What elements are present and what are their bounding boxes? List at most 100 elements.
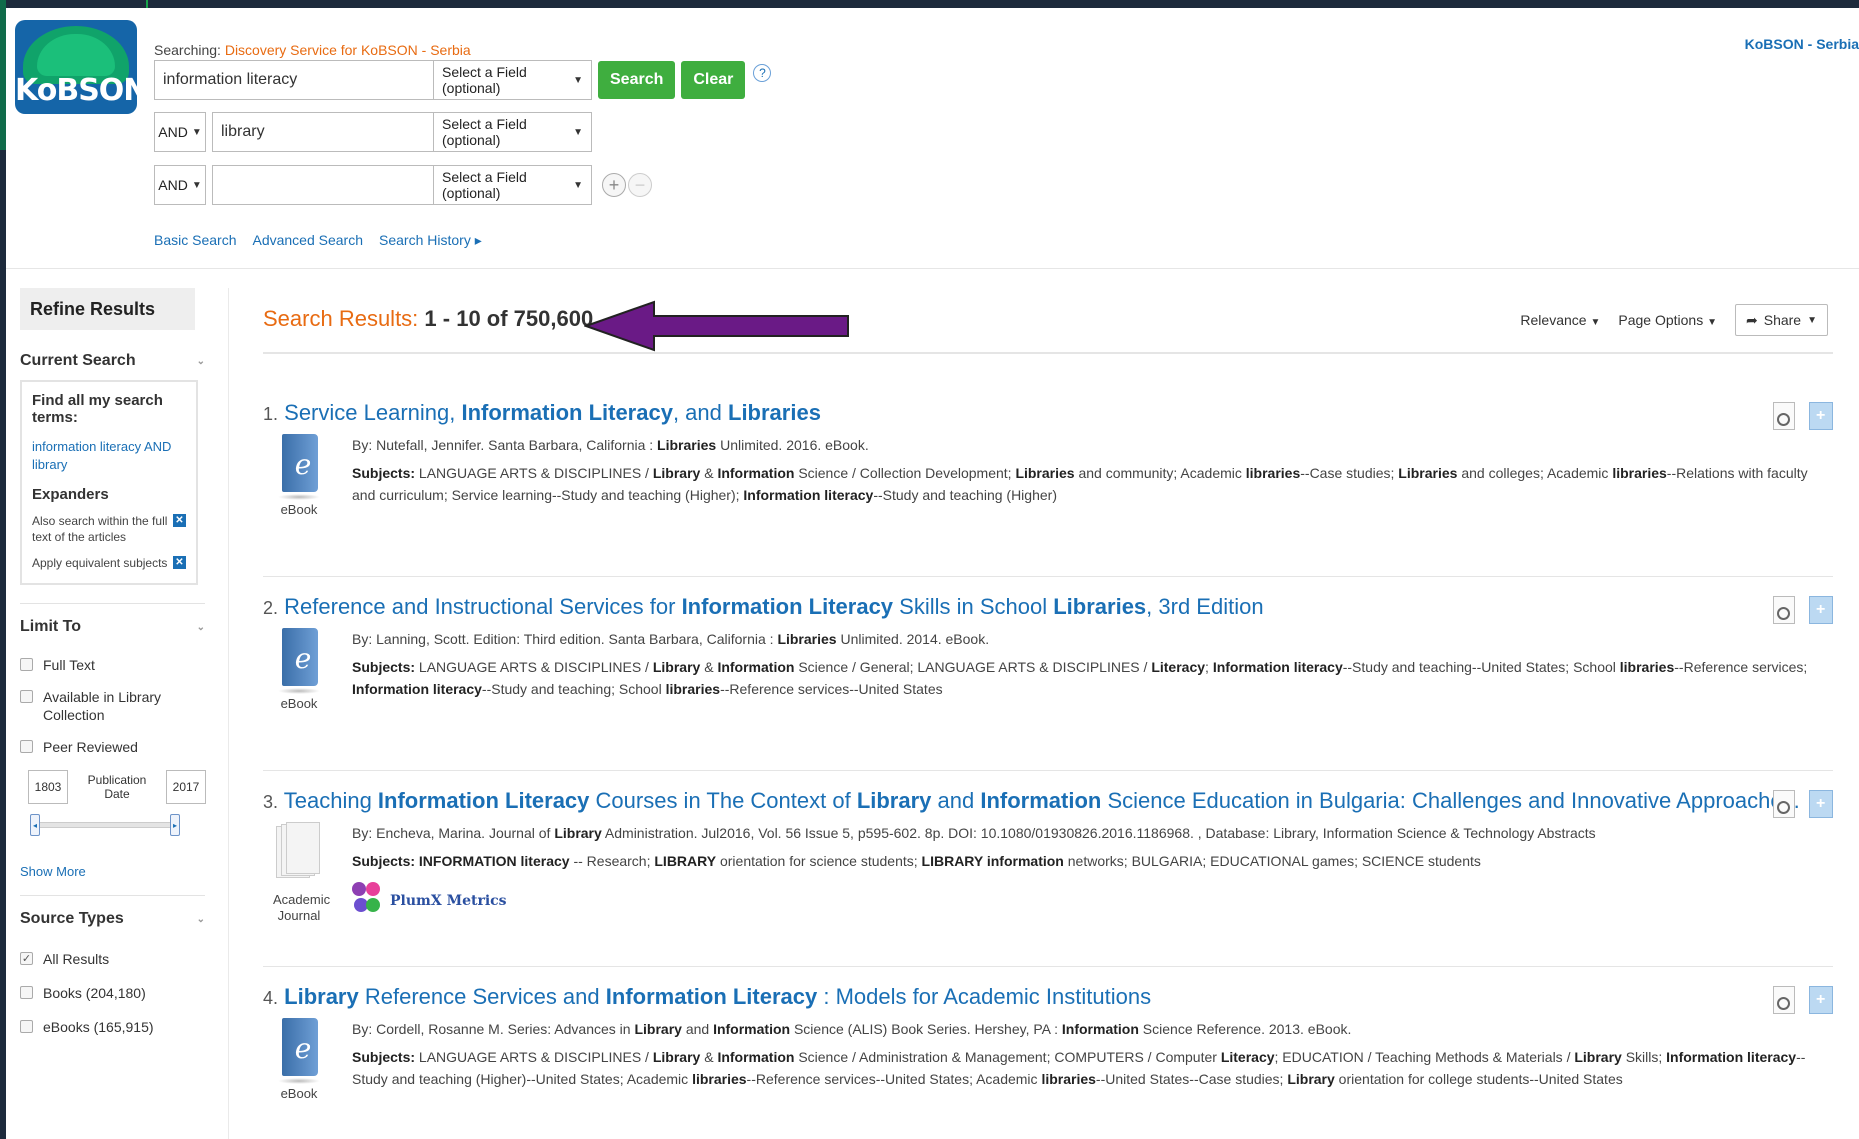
remove-row-icon[interactable]: − <box>628 173 652 197</box>
checkbox-label: Peer Reviewed <box>43 739 138 755</box>
search-mode-links: Basic Search Advanced Search Search Hist… <box>154 232 482 249</box>
source-types-title: Source Types <box>20 910 124 927</box>
results-count: 1 - 10 of 750,600 <box>424 306 594 331</box>
chevron-down-icon[interactable]: ⌄ <box>197 914 205 925</box>
basic-search-link[interactable]: Basic Search <box>154 232 236 249</box>
slider-handle-end[interactable]: ▸ <box>170 814 180 836</box>
field-select-3[interactable]: Select a Field (optional) ▼ <box>434 165 592 205</box>
plumx-metrics[interactable]: PlumX Metrics <box>352 882 1822 920</box>
advanced-search-link[interactable]: Advanced Search <box>252 232 363 249</box>
add-to-folder-icon[interactable] <box>1809 402 1833 430</box>
result-body: By: Encheva, Marina. Journal of Library … <box>352 822 1822 920</box>
current-search-header[interactable]: Current Search ⌄ <box>20 352 205 370</box>
plumx-label[interactable]: PlumX Metrics <box>390 890 507 912</box>
date-to-input[interactable]: 2017 <box>166 770 206 804</box>
chevron-down-icon[interactable]: ⌄ <box>197 356 205 367</box>
expander-label: Apply equivalent subjects <box>32 556 168 570</box>
slider-handle-start[interactable]: ◂ <box>30 814 40 836</box>
result-actions <box>1773 790 1833 818</box>
remove-expander-icon[interactable]: ✕ <box>173 514 186 527</box>
sidebar-divider <box>20 603 205 604</box>
checkbox[interactable] <box>20 658 33 671</box>
add-to-folder-icon[interactable] <box>1809 986 1833 1014</box>
result-thumb[interactable]: Academic Journal <box>273 822 330 924</box>
searching-service[interactable]: Discovery Service for KoBSON - Serbia <box>225 42 471 58</box>
current-search-box: Find all my search terms: information li… <box>20 380 198 585</box>
caret-down-icon: ▼ <box>573 179 583 191</box>
result-title[interactable]: 1. Service Learning, Information Literac… <box>263 400 1833 426</box>
find-all-label: Find all my search terms: <box>32 392 163 426</box>
result-title-link[interactable]: Reference and Instructional Services for… <box>284 594 1263 619</box>
result-number: 2. <box>263 598 279 618</box>
current-terms-link[interactable]: information literacy AND library <box>32 438 186 474</box>
institution-link[interactable]: KoBSON - Serbia <box>1745 36 1859 52</box>
result-number: 1. <box>263 404 279 424</box>
add-to-folder-icon[interactable] <box>1809 596 1833 624</box>
preview-icon[interactable] <box>1773 596 1795 624</box>
page-options-dropdown[interactable]: Page Options ▼ <box>1618 312 1717 328</box>
expanders-title: Expanders <box>32 486 109 503</box>
checkbox-label: eBooks (165,915) <box>43 1019 154 1035</box>
date-range-slider[interactable]: ◂ ▸ <box>30 814 180 836</box>
add-to-folder-icon[interactable] <box>1809 790 1833 818</box>
checkbox-checked[interactable]: ✓ <box>20 952 33 965</box>
date-from-input[interactable]: 1803 <box>28 770 68 804</box>
result-title-link[interactable]: Teaching Information Literacy Courses in… <box>284 788 1800 813</box>
bool-select-2[interactable]: AND ▼ <box>154 112 206 152</box>
result-thumb[interactable]: e eBook <box>273 434 325 518</box>
clear-button[interactable]: Clear <box>681 61 746 99</box>
page-options-label: Page Options <box>1618 312 1704 328</box>
caret-down-icon: ▼ <box>1590 317 1601 328</box>
result-byline: By: Lanning, Scott. Edition: Third editi… <box>352 631 990 647</box>
field-select-2[interactable]: Select a Field (optional) ▼ <box>434 112 592 152</box>
relevance-dropdown[interactable]: Relevance ▼ <box>1520 312 1600 328</box>
checkbox[interactable] <box>20 740 33 753</box>
result-title[interactable]: 4. Library Reference Services and Inform… <box>263 984 1833 1010</box>
checkbox[interactable] <box>20 1020 33 1033</box>
result-thumb[interactable]: e eBook <box>273 628 325 712</box>
limit-to-header[interactable]: Limit To ⌄ <box>20 618 205 636</box>
source-types-header[interactable]: Source Types ⌄ <box>20 910 205 928</box>
ebook-icon: e <box>278 628 320 694</box>
kobson-logo[interactable]: KoBSON <box>15 20 137 114</box>
search-input-1[interactable]: information literacy <box>154 60 434 100</box>
share-button[interactable]: ➦ Share ▼ <box>1735 304 1828 336</box>
source-books[interactable]: Books (204,180) <box>20 984 210 1002</box>
result-type: eBook <box>280 696 318 711</box>
source-ebooks[interactable]: eBooks (165,915) <box>20 1018 210 1036</box>
caret-down-icon: ▼ <box>1807 314 1817 326</box>
search-input-3[interactable] <box>212 165 434 205</box>
remove-expander-icon[interactable]: ✕ <box>173 556 186 569</box>
checkbox[interactable] <box>20 690 33 703</box>
result-title-link[interactable]: Service Learning, Information Literacy, … <box>284 400 821 425</box>
result-title[interactable]: 3. Teaching Information Literacy Courses… <box>263 788 1833 814</box>
preview-icon[interactable] <box>1773 402 1795 430</box>
field-select-label: Select a Field (optional) <box>442 64 527 96</box>
show-more-link[interactable]: Show More <box>20 864 210 879</box>
search-button[interactable]: Search <box>598 61 676 99</box>
help-icon[interactable]: ? <box>753 64 772 82</box>
result-title-link[interactable]: Library Reference Services and Informati… <box>284 984 1151 1009</box>
source-all-results[interactable]: ✓ All Results <box>20 950 210 968</box>
preview-icon[interactable] <box>1773 790 1795 818</box>
bool-select-3[interactable]: AND ▼ <box>154 165 206 205</box>
chevron-down-icon[interactable]: ⌄ <box>197 622 205 633</box>
checkbox[interactable] <box>20 986 33 999</box>
preview-icon[interactable] <box>1773 986 1795 1014</box>
limit-peer-reviewed[interactable]: Peer Reviewed <box>20 738 210 756</box>
field-select-1[interactable]: Select a Field (optional) ▼ <box>434 60 592 100</box>
bool-label: AND <box>158 177 188 193</box>
limit-library-collection[interactable]: Available in Library Collection <box>20 688 210 724</box>
result-thumb[interactable]: e eBook <box>273 1018 325 1102</box>
share-icon: ➦ <box>1746 311 1758 328</box>
limit-full-text[interactable]: Full Text <box>20 656 210 674</box>
caret-down-icon: ▼ <box>573 126 583 138</box>
result-subjects: Subjects: LANGUAGE ARTS & DISCIPLINES / … <box>352 465 1808 503</box>
result-title[interactable]: 2. Reference and Instructional Services … <box>263 594 1833 620</box>
search-input-2[interactable]: library <box>212 112 434 152</box>
source-type-options: ✓ All Results Books (204,180) eBooks (16… <box>20 950 210 1036</box>
result-subjects: Subjects: LANGUAGE ARTS & DISCIPLINES / … <box>352 1049 1806 1087</box>
search-history-link[interactable]: Search History ▸ <box>379 232 482 249</box>
add-row-icon[interactable]: + <box>602 173 626 197</box>
caret-down-icon: ▼ <box>191 179 202 191</box>
